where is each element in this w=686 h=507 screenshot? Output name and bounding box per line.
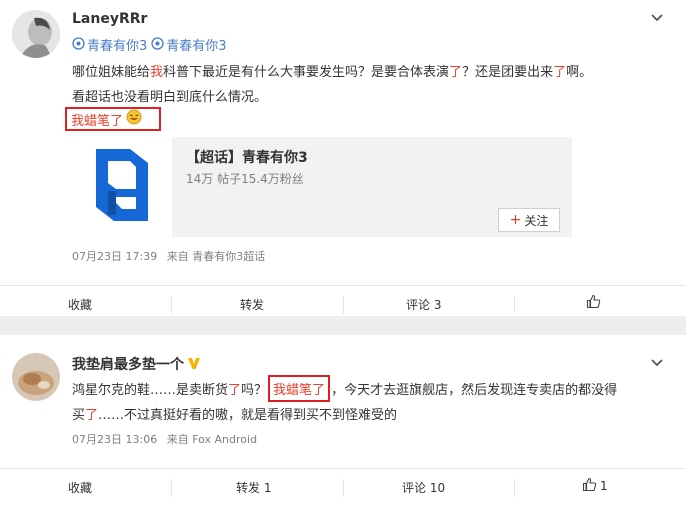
- follow-label: 关注: [524, 213, 549, 228]
- laugh-emoji-icon: [126, 109, 142, 129]
- username[interactable]: 我垫肩最多垫一个: [72, 354, 184, 374]
- topic-link[interactable]: 青春有你3: [166, 35, 226, 54]
- highlight-box: 我蜡笔了: [65, 107, 161, 131]
- highlight-text: 我蜡笔了: [273, 383, 326, 398]
- post-source: 来自 Fox Android: [166, 433, 258, 446]
- like-button[interactable]: 1: [582, 477, 608, 495]
- highlight-box: 我蜡笔了: [268, 375, 331, 402]
- highlight-text: 我蜡笔了: [71, 113, 124, 129]
- divider: [343, 479, 344, 497]
- repost-button[interactable]: 转发 1: [236, 479, 271, 496]
- post-time: 07月23日 13:06: [72, 433, 158, 446]
- post-text-line-1: 哪位姐妹能给我科普下最近是有什么大事要发生吗？是要合体表演了？还是团要出来了啊。: [72, 65, 593, 80]
- post-card-1: LaneyRRr 青春有你3 青春有你3 哪位姐妹能给我科普下最近是有什么大事要…: [0, 0, 686, 316]
- collect-button[interactable]: 收藏: [68, 479, 92, 496]
- like-button[interactable]: [586, 294, 604, 312]
- follow-button[interactable]: + 关注: [498, 208, 560, 232]
- post-source: 来自 青春有你3超话: [166, 250, 266, 263]
- divider: [171, 479, 172, 497]
- post-card-2: 我垫肩最多垫一个 鸿星尔克的鞋……是卖断货了吗？ 我蜡笔了 ，今天才去逛旗舰店，…: [0, 335, 686, 507]
- like-count: 1: [600, 479, 608, 493]
- thumbs-up-icon: [582, 477, 597, 495]
- avatar[interactable]: [12, 10, 60, 58]
- thumbs-up-icon: [586, 294, 601, 312]
- topic-card-title: 【超话】青春有你3: [186, 150, 308, 166]
- topic-icon: [72, 35, 85, 54]
- comment-button[interactable]: 评论 10: [402, 479, 445, 496]
- chevron-down-icon[interactable]: [650, 10, 664, 28]
- username[interactable]: LaneyRRr: [72, 11, 147, 27]
- avatar[interactable]: [12, 353, 60, 401]
- plus-icon: +: [509, 212, 522, 228]
- divider: [343, 296, 344, 314]
- action-bar: 收藏 转发 评论 3: [0, 285, 686, 324]
- post-meta: 07月23日 17:39 来自 青春有你3超话: [72, 248, 265, 264]
- chevron-down-icon[interactable]: [650, 355, 664, 373]
- post-text-line-1: 鸿星尔克的鞋……是卖断货了吗？ 我蜡笔了 ，今天才去逛旗舰店，然后发现连专卖店的…: [72, 375, 617, 402]
- username-row: 我垫肩最多垫一个: [72, 354, 201, 374]
- divider: [514, 296, 515, 314]
- divider: [171, 296, 172, 314]
- post-time: 07月23日 17:39: [72, 250, 158, 263]
- repost-button[interactable]: 转发: [240, 296, 264, 313]
- action-bar: 收藏 转发 1 评论 10 1: [0, 468, 686, 507]
- vip-badge-icon: [187, 355, 201, 374]
- post-text-line-2: 看超话也没看明白到底什么情况。: [72, 90, 268, 105]
- collect-button[interactable]: 收藏: [68, 296, 92, 313]
- topic-link[interactable]: 青春有你3: [87, 35, 147, 54]
- topic-logo: [72, 137, 172, 237]
- topic-card-stats: 14万 帖子15.4万粉丝: [186, 172, 304, 186]
- topic-icon: [151, 35, 164, 54]
- post-meta: 07月23日 13:06 来自 Fox Android: [72, 431, 257, 447]
- topic-row: 青春有你3 青春有你3: [72, 35, 227, 54]
- comment-button[interactable]: 评论 3: [406, 296, 441, 313]
- post-text-line-2: 买了……不过真挺好看的嗷，就是看得到买不到怪难受的: [72, 408, 398, 423]
- divider: [514, 479, 515, 497]
- topic-card[interactable]: 【超话】青春有你3 14万 帖子15.4万粉丝 + 关注: [72, 137, 572, 237]
